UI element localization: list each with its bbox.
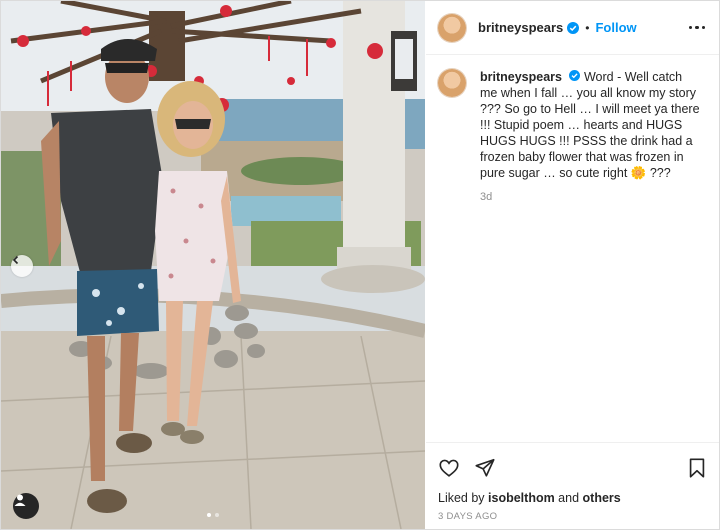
bookmark-icon[interactable] [687,457,707,479]
carousel-dot-active [207,513,211,517]
username-link[interactable]: britneyspears [478,20,563,35]
heart-icon[interactable] [438,457,460,479]
tagged-users-button[interactable] [13,493,39,519]
carousel-prev-button[interactable] [11,255,33,277]
post-actions: Liked by isobelthom and others 3 DAYS AG… [426,442,719,522]
instagram-post: britneyspears • Follow britneyspears Wor… [0,0,720,530]
caption-text: Word - Well catch me when I fall … you a… [480,70,700,180]
chevron-left-icon [12,255,19,265]
verified-badge-icon [569,70,581,81]
caption-timestamp[interactable]: 3d [480,189,700,205]
likes-others-link[interactable]: others [583,491,621,505]
likes-summary: Liked by isobelthom and others [438,491,707,505]
follow-button[interactable]: Follow [595,20,636,35]
post-header: britneyspears • Follow [426,1,719,55]
verified-badge-icon [567,21,580,34]
carousel-dot [215,513,219,517]
carousel-indicator [207,513,219,517]
avatar[interactable] [438,13,466,42]
caption-emoji: 🌼 [630,166,647,180]
post-date[interactable]: 3 DAYS AGO [438,511,707,522]
photo-scene [1,1,425,529]
caption-suffix: ??? [646,166,671,180]
send-icon[interactable] [474,457,496,479]
liker-username-link[interactable]: isobelthom [488,491,555,505]
caption-username-link[interactable]: britneyspears [480,70,562,84]
likes-joiner: and [554,491,583,505]
likes-prefix: Liked by [438,491,489,505]
caption-body: britneyspears Word - Well catch me when … [480,69,700,205]
more-options-icon[interactable] [687,20,708,36]
post-photo[interactable] [1,1,425,529]
post-details-panel: britneyspears • Follow britneyspears Wor… [426,1,719,529]
post-caption: britneyspears Word - Well catch me when … [426,55,719,205]
separator-dot: • [585,20,590,35]
caption-avatar[interactable] [438,69,466,97]
user-tag-icon [14,494,26,506]
